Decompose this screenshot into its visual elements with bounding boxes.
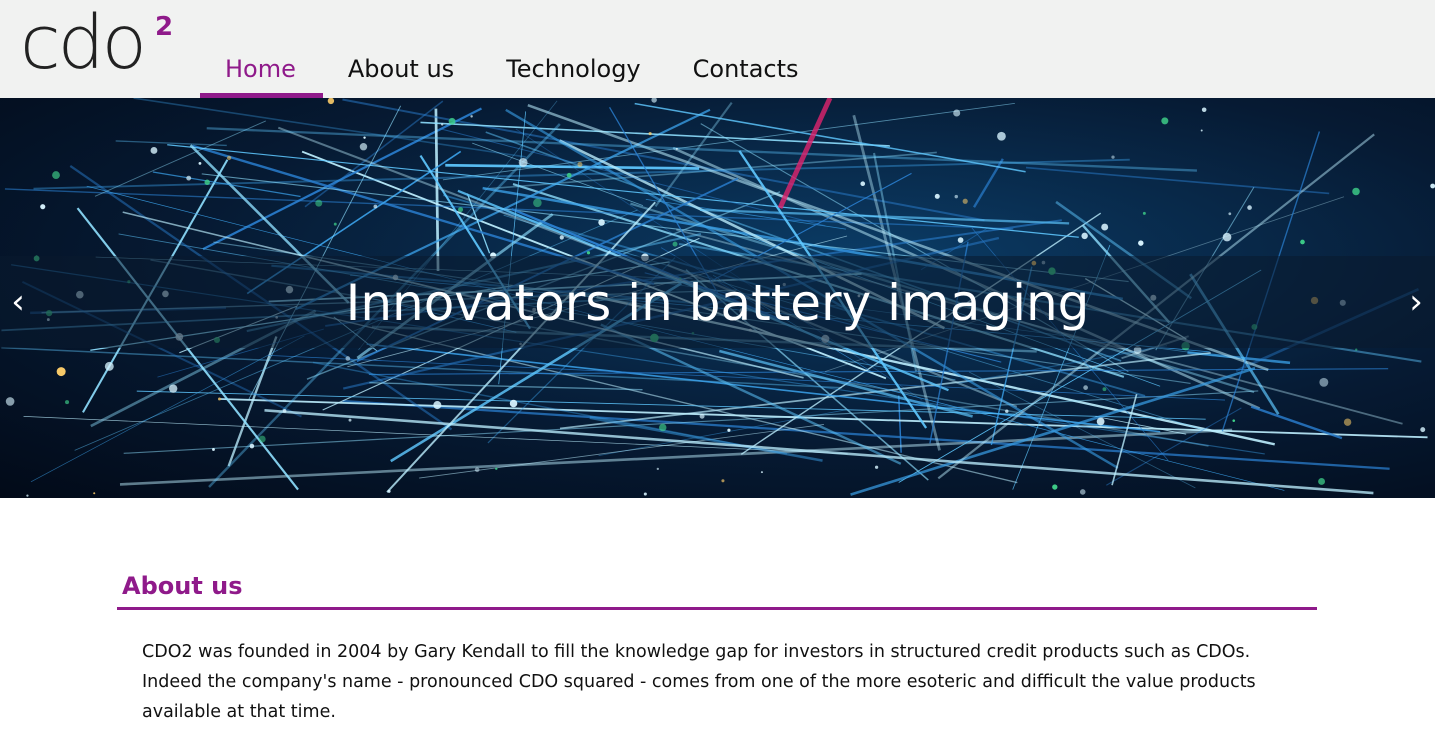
nav-item-contacts[interactable]: Contacts [668, 0, 826, 98]
about-us-text: CDO2 was founded in 2004 by Gary Kendall… [142, 642, 1256, 722]
chevron-right-icon[interactable]: › [1398, 278, 1434, 326]
logo-text: cdo [20, 0, 147, 86]
chevron-left-icon[interactable]: ‹ [0, 278, 36, 326]
site-header: cdo 2 Home About us Technology Contacts [0, 0, 1435, 98]
logo-superscript: 2 [155, 12, 174, 42]
nav-item-technology[interactable]: Technology [481, 0, 667, 98]
main-nav: Home About us Technology Contacts [200, 0, 826, 98]
cdo2-logo[interactable]: cdo 2 [20, 6, 175, 84]
nav-item-home[interactable]: Home [200, 0, 323, 98]
nav-item-about-us[interactable]: About us [323, 0, 481, 98]
about-us-divider [117, 607, 1317, 610]
about-us-heading: About us [122, 572, 243, 600]
hero-title: Innovators in battery imaging [345, 274, 1090, 332]
hero-slider: Innovators in battery imaging ‹ › [0, 98, 1435, 498]
